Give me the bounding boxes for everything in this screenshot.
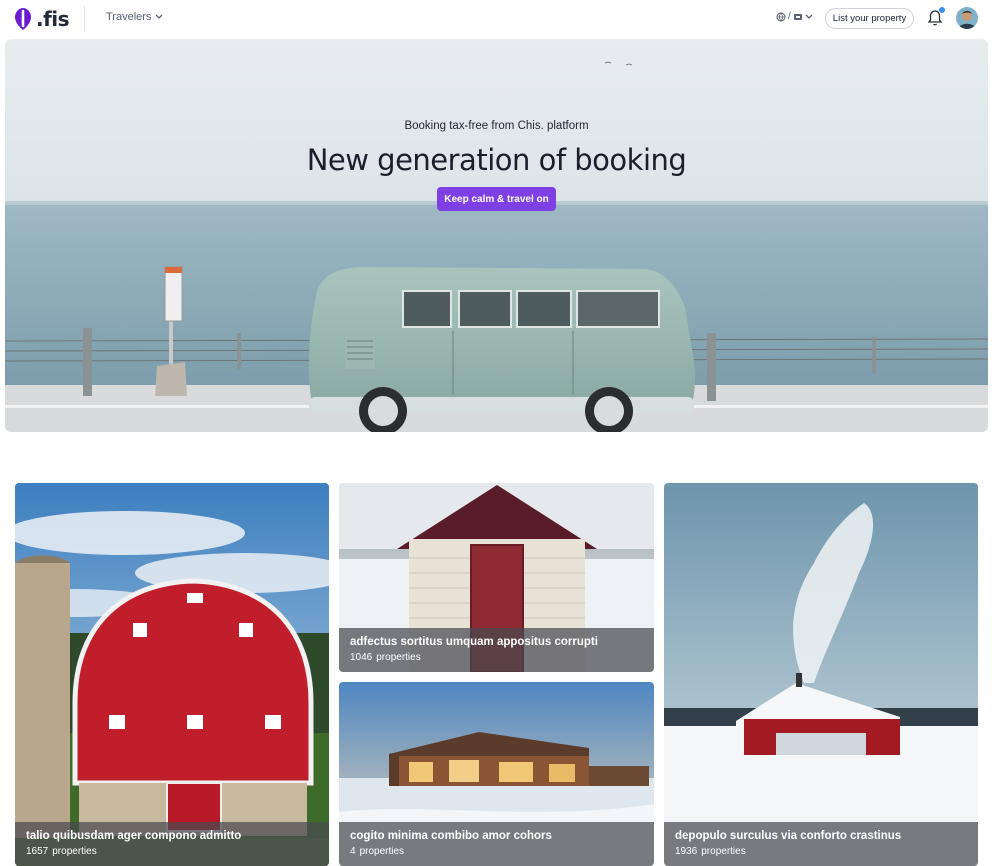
destination-card-1[interactable]: talio quibusdam ager compono admitto 165… xyxy=(15,483,329,866)
logo-icon xyxy=(15,8,31,30)
top-navigation-bar: .fis Travelers / List your property xyxy=(0,0,997,38)
travelers-dropdown[interactable]: Travelers xyxy=(106,11,163,23)
card-title: adfectus sortitus umquam appositus corru… xyxy=(350,636,598,648)
destination-card-3[interactable]: cogito minima combibo amor cohors 4 prope… xyxy=(339,682,654,866)
avatar[interactable] xyxy=(956,7,978,29)
logo-text: .fis xyxy=(36,7,70,31)
card-caption: talio quibusdam ager compono admitto 165… xyxy=(15,822,329,866)
chevron-down-icon xyxy=(155,14,163,19)
card-caption: cogito minima combibo amor cohors 4 prope… xyxy=(339,822,654,866)
keep-calm-travel-button[interactable]: Keep calm & travel on xyxy=(437,187,556,211)
list-your-property-button[interactable]: List your property xyxy=(825,8,914,29)
card-title: talio quibusdam ager compono admitto xyxy=(26,830,242,842)
currency-icon xyxy=(793,13,802,20)
card-title: cogito minima combibo amor cohors xyxy=(350,830,552,842)
logo[interactable]: .fis xyxy=(14,7,70,31)
header-divider xyxy=(84,6,85,32)
card-property-count: 4 properties xyxy=(350,846,405,857)
card-title: depopulo surculus via conforto crastinus xyxy=(675,830,902,842)
snowy-house-image xyxy=(664,483,978,866)
hero-subtitle: Booking tax-free from Chis. platform xyxy=(404,120,589,132)
card-property-count: 1657 properties xyxy=(26,846,97,857)
card-caption: depopulo surculus via conforto crastinus… xyxy=(664,822,978,866)
hero-title: New generation of booking xyxy=(306,143,687,177)
barn-image xyxy=(15,483,329,866)
hero-banner: Booking tax-free from Chis. platform New… xyxy=(5,39,988,432)
destination-card-4[interactable]: depopulo surculus via conforto crastinus… xyxy=(664,483,978,866)
card-caption: adfectus sortitus umquam appositus corru… xyxy=(339,628,654,672)
hero-image xyxy=(5,39,988,432)
destination-card-2[interactable]: adfectus sortitus umquam appositus corru… xyxy=(339,483,654,672)
chevron-down-icon xyxy=(805,14,813,19)
globe-icon xyxy=(776,12,786,22)
card-property-count: 1046 properties xyxy=(350,652,421,663)
language-currency-selector[interactable]: / xyxy=(776,11,813,22)
card-property-count: 1936 properties xyxy=(675,846,746,857)
lang-separator: / xyxy=(788,11,791,22)
travelers-label: Travelers xyxy=(106,11,152,23)
notification-badge xyxy=(939,7,945,13)
